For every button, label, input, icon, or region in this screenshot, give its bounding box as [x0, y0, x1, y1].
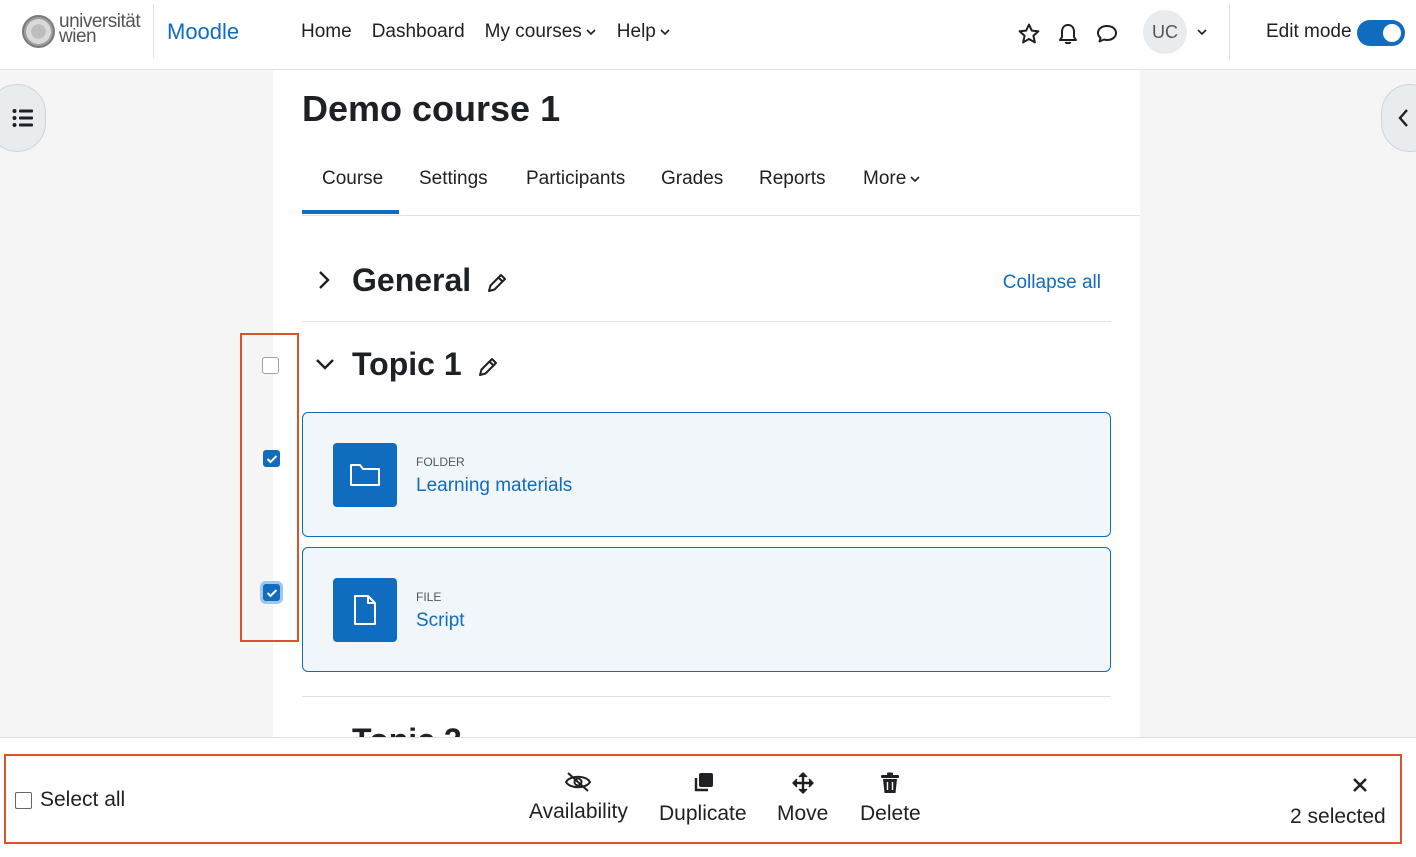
section-divider [302, 696, 1111, 697]
navbar-divider [153, 4, 154, 58]
block-drawer-button[interactable] [1381, 84, 1416, 152]
section-title-general: General [352, 262, 508, 299]
edit-mode-toggle[interactable] [1357, 20, 1405, 46]
user-menu-chevron-down-icon[interactable] [1196, 26, 1208, 38]
tab-settings[interactable]: Settings [419, 168, 488, 190]
delete-label: Delete [860, 802, 921, 825]
selected-count: 2 selected [1290, 805, 1386, 828]
activity-type-label: FILE [416, 590, 442, 604]
activity-type-label: FOLDER [416, 455, 465, 469]
section-topic-1: Topic 1 [302, 346, 1111, 396]
nav-my-courses-label: My courses [484, 21, 582, 42]
primary-navigation: Home Dashboard My courses Help [301, 21, 671, 43]
nav-dashboard-label: Dashboard [371, 21, 465, 42]
file-icon [354, 595, 376, 625]
pencil-edit-icon[interactable] [477, 356, 499, 378]
move-button[interactable]: Move [777, 772, 828, 826]
tab-course[interactable]: Course [322, 168, 383, 190]
nav-dashboard[interactable]: Dashboard [372, 21, 465, 43]
course-main-panel: Demo course 1 Course Settings Participan… [273, 70, 1140, 770]
edit-mode-label: Edit mode [1266, 21, 1352, 42]
toggle-knob [1383, 24, 1401, 42]
move-label: Move [777, 802, 829, 825]
select-all-checkbox[interactable] [15, 791, 32, 809]
course-tabs: Course Settings Participants Grades Repo… [302, 160, 1140, 216]
delete-button[interactable]: Delete [860, 772, 921, 826]
tab-more-label: More [863, 168, 907, 189]
activity-card-folder[interactable]: FOLDER Learning materials [302, 412, 1111, 537]
activity-folder-checkbox[interactable] [263, 450, 280, 467]
tab-grades[interactable]: Grades [661, 168, 723, 190]
star-icon [1018, 23, 1040, 44]
activity-file-checkbox[interactable] [263, 584, 280, 601]
tab-more[interactable]: More [863, 168, 921, 190]
section-title-topic-1: Topic 1 [352, 346, 499, 383]
eye-slash-icon [565, 772, 592, 792]
top-navbar: universität wien Moodle Home Dashboard M… [0, 0, 1416, 70]
nav-help-label: Help [616, 21, 656, 42]
section-title-text: Topic 1 [352, 346, 462, 382]
duplicate-button[interactable]: Duplicate [659, 772, 747, 826]
chevron-down-icon [910, 176, 920, 183]
activity-icon-box [333, 578, 397, 642]
tab-reports[interactable]: Reports [759, 168, 826, 190]
bulk-edit-toolbar: Select all Availability Duplicate Move D… [0, 737, 1416, 857]
availability-label: Availability [529, 800, 628, 823]
copy-icon [694, 773, 713, 792]
messages-button[interactable] [1092, 16, 1122, 52]
folder-icon [350, 464, 380, 486]
nav-home-label: Home [301, 21, 352, 42]
availability-button[interactable]: Availability [529, 772, 628, 824]
nav-help[interactable]: Help [617, 21, 671, 43]
page-title: Demo course 1 [302, 88, 561, 129]
chat-bubble-icon [1097, 25, 1117, 43]
nav-my-courses[interactable]: My courses [485, 21, 597, 43]
course-index-drawer-button[interactable] [0, 84, 46, 152]
checkmark-icon [266, 588, 277, 597]
chevron-down-icon [660, 29, 670, 36]
tab-participants[interactable]: Participants [526, 168, 625, 190]
select-all-label: Select all [40, 788, 126, 811]
pencil-edit-icon[interactable] [486, 272, 508, 294]
chevron-down-icon[interactable] [314, 356, 336, 372]
activity-name-link[interactable]: Script [416, 610, 465, 632]
notifications-button[interactable] [1053, 16, 1083, 52]
section-general: General Collapse all [302, 260, 1111, 322]
chevron-down-icon [586, 29, 596, 36]
collapse-all-link[interactable]: Collapse all [1003, 272, 1101, 294]
duplicate-label: Duplicate [659, 802, 747, 825]
nav-home[interactable]: Home [301, 21, 352, 43]
move-arrows-icon [791, 772, 814, 794]
university-seal-icon [22, 15, 55, 48]
checkmark-icon [266, 454, 277, 463]
navbar-icons [1014, 16, 1131, 52]
chevron-right-icon[interactable] [316, 268, 332, 292]
active-tab-indicator [302, 210, 399, 214]
university-logo[interactable]: universität wien [22, 12, 142, 50]
navbar-divider [1229, 4, 1230, 60]
activity-icon-box [333, 443, 397, 507]
close-bulk-edit-icon[interactable] [1351, 776, 1369, 794]
activity-name-link[interactable]: Learning materials [416, 475, 572, 497]
chevron-left-icon [1398, 109, 1408, 127]
list-icon [12, 109, 33, 127]
user-avatar[interactable]: UC [1143, 10, 1187, 54]
bell-icon [1059, 24, 1077, 45]
section-title-text: General [352, 262, 472, 298]
section-topic-1-checkbox[interactable] [262, 357, 279, 374]
select-all-control[interactable]: Select all [15, 788, 125, 812]
favourites-button[interactable] [1014, 16, 1044, 52]
trash-icon [881, 772, 900, 793]
brand-link[interactable]: Moodle [167, 19, 239, 45]
activity-card-file[interactable]: FILE Script [302, 547, 1111, 672]
